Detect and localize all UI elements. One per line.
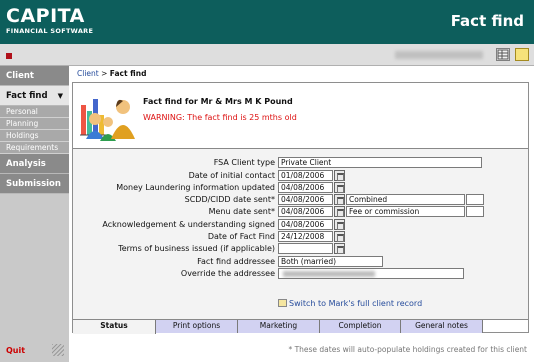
menu-date-field[interactable]: 04/08/2006: [278, 206, 333, 217]
addressee-label: Fact find addressee: [197, 257, 275, 266]
calendar-icon[interactable]: [334, 231, 345, 242]
sidebar-item-submission[interactable]: Submission: [0, 174, 69, 194]
sidebar-item-analysis[interactable]: Analysis: [0, 154, 69, 174]
fact-find-warning: WARNING: The fact find is 25 mths old: [143, 113, 297, 122]
breadcrumb-client-link[interactable]: Client: [77, 69, 99, 78]
capita-logo: CAPITA FINANCIAL SOFTWARE: [6, 6, 93, 35]
scdd-cidd-label: SCDD/CIDD date sent*: [184, 195, 275, 204]
override-addressee-label: Override the addressee: [180, 269, 275, 278]
user-info-redacted: [395, 51, 483, 59]
override-value-redacted: [283, 271, 375, 277]
switch-client-icon: [278, 299, 287, 307]
sidebar-subitem-requirements[interactable]: Requirements: [0, 142, 69, 154]
date-of-fact-find-field[interactable]: 24/12/2008: [278, 231, 333, 242]
triangle-down-icon: ▼: [57, 92, 63, 100]
fact-find-title: Fact find for Mr & Mrs M K Pound: [143, 97, 293, 106]
breadcrumb-separator: >: [98, 69, 110, 78]
stop-icon[interactable]: [6, 53, 12, 59]
calendar-icon[interactable]: [334, 219, 345, 230]
breadcrumb-current: Fact find: [109, 69, 147, 78]
sidebar: Client Fact find ▼ Personal Planning Hol…: [0, 66, 69, 362]
sidebar-item-client[interactable]: Client: [0, 66, 69, 86]
fsa-client-type-label: FSA Client type: [213, 158, 275, 167]
grid-icon[interactable]: [496, 48, 510, 61]
calendar-icon[interactable]: [334, 194, 345, 205]
terms-issued-field[interactable]: [278, 243, 333, 254]
logo-subtitle: FINANCIAL SOFTWARE: [6, 27, 94, 35]
sidebar-subitem-holdings[interactable]: Holdings: [0, 130, 69, 142]
note-icon[interactable]: [515, 48, 529, 61]
sidebar-item-label: Fact find: [6, 91, 48, 101]
fsa-client-type-select[interactable]: Private Client: [278, 157, 482, 168]
tab-status[interactable]: Status: [73, 320, 156, 334]
logo-name: CAPITA: [6, 5, 85, 27]
page-title: Fact find: [450, 12, 524, 30]
calendar-icon[interactable]: [334, 170, 345, 181]
terms-issued-label: Terms of business issued (if applicable): [118, 244, 275, 253]
calendar-icon[interactable]: [334, 182, 345, 193]
tab-bar: Status Print options Marketing Completio…: [73, 319, 528, 334]
tab-completion[interactable]: Completion: [320, 320, 401, 333]
tab-print-options[interactable]: Print options: [156, 320, 238, 333]
menu-extra-field[interactable]: [466, 206, 484, 217]
calendar-icon[interactable]: [334, 243, 345, 254]
resize-grip-icon[interactable]: [52, 344, 64, 356]
tab-marketing[interactable]: Marketing: [238, 320, 320, 333]
acknowledgement-label: Acknowledgement & understanding signed: [102, 220, 275, 229]
money-laundering-field[interactable]: 04/08/2006: [278, 182, 333, 193]
switch-client-label: Switch to Mark's full client record: [289, 299, 423, 308]
addressee-select[interactable]: Both (married): [278, 256, 383, 267]
date-initial-contact-field[interactable]: 01/08/2006: [278, 170, 333, 181]
family-icon: [80, 99, 135, 141]
menu-date-label: Menu date sent*: [208, 207, 275, 216]
breadcrumb: Client > Fact find: [77, 69, 146, 78]
scdd-cidd-extra-field[interactable]: [466, 194, 484, 205]
fact-find-panel: Fact find for Mr & Mrs M K Pound WARNING…: [72, 82, 529, 334]
money-laundering-label: Money Laundering information updated: [116, 183, 275, 192]
date-of-fact-find-label: Date of Fact Find: [207, 232, 275, 241]
acknowledgement-date-field[interactable]: 04/08/2006: [278, 219, 333, 230]
sidebar-subitem-planning[interactable]: Planning: [0, 118, 69, 130]
scdd-cidd-type-select[interactable]: Combined: [346, 194, 465, 205]
quit-link[interactable]: Quit: [6, 346, 25, 355]
toolbar: [0, 44, 534, 66]
scdd-cidd-date-field[interactable]: 04/08/2006: [278, 194, 333, 205]
switch-client-link[interactable]: Switch to Mark's full client record: [278, 299, 422, 308]
footer-note: * These dates will auto-populate holding…: [288, 345, 527, 354]
header-bar: CAPITA FINANCIAL SOFTWARE Fact find: [0, 0, 534, 44]
menu-type-select[interactable]: Fee or commission: [346, 206, 465, 217]
sidebar-subitem-personal[interactable]: Personal: [0, 106, 69, 118]
override-addressee-field[interactable]: [278, 268, 464, 279]
tab-general-notes[interactable]: General notes: [401, 320, 483, 333]
date-initial-contact-label: Date of initial contact: [188, 171, 275, 180]
calendar-icon[interactable]: [334, 206, 345, 217]
sidebar-item-fact-find[interactable]: Fact find ▼: [0, 86, 69, 106]
fact-find-header: Fact find for Mr & Mrs M K Pound WARNING…: [73, 83, 528, 149]
